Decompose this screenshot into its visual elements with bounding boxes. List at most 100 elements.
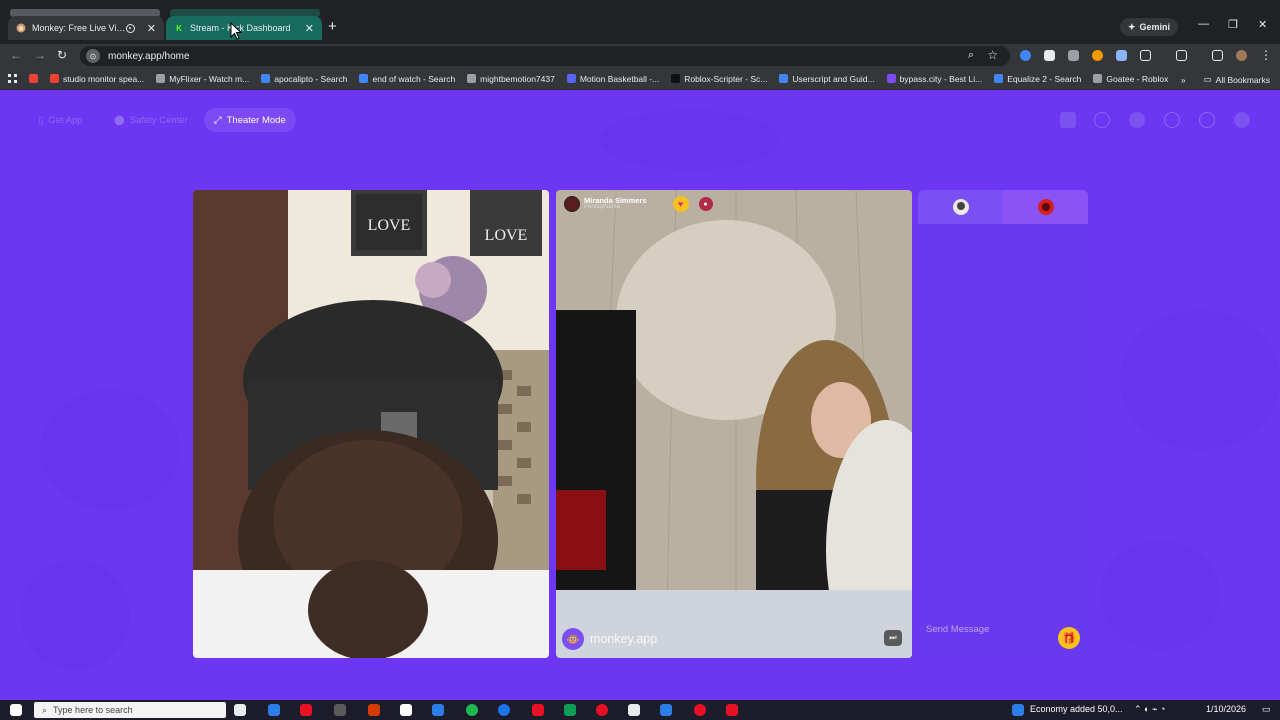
menu-kebab-icon[interactable]: ⋮	[1260, 48, 1272, 62]
app-icon[interactable]	[660, 704, 672, 716]
history-icon[interactable]	[1164, 112, 1180, 128]
bookmark-item[interactable]: mightbemotion7437	[467, 74, 555, 84]
theater-mode-button[interactable]: ⤢ Theater Mode	[204, 108, 296, 132]
tray-icons[interactable]: ⌃ ◐ ⌁ ◔	[1134, 704, 1165, 715]
chrome-icon[interactable]	[564, 704, 576, 716]
bookmark-item[interactable]: Motion Basketball -...	[566, 74, 659, 84]
address-bar[interactable]: ⊙ monkey.app/home ⌕ ☆	[80, 46, 1010, 66]
bookmark-item[interactable]: MyFlixer - Watch m...	[156, 74, 249, 84]
app-icon[interactable]	[334, 704, 346, 716]
search-icon: ⌕	[42, 704, 48, 715]
phone-icon: ▯	[38, 114, 44, 126]
monkey-app-page: ▯ Get App ⬤ Safety Center ⤢ Theater Mode…	[0, 90, 1280, 700]
bookmarks-bar: studio monitor spea... MyFlixer - Watch m…	[0, 68, 1280, 90]
back-icon[interactable]: ←	[10, 48, 22, 62]
bookmark-label: bypass.city - Best Li...	[899, 73, 983, 84]
news-widget-text[interactable]: Economy added 50,0...	[1030, 704, 1123, 714]
store-icon[interactable]	[1060, 112, 1076, 128]
new-tab-button[interactable]: +	[328, 18, 337, 35]
app-icon[interactable]	[694, 704, 706, 716]
bookmark-label: MyFlixer - Watch m...	[169, 73, 250, 84]
forward-icon[interactable]: →	[34, 48, 46, 62]
gemini-label: Gemini	[1139, 22, 1171, 32]
windows-start-icon[interactable]	[10, 704, 22, 716]
app-icon[interactable]	[432, 704, 444, 716]
minimize-window-icon[interactable]: —	[1198, 18, 1209, 30]
close-tab-icon[interactable]: ✕	[305, 22, 314, 35]
extension-orange-icon[interactable]	[1092, 50, 1103, 61]
bookmark-favicon-icon	[566, 74, 576, 83]
app-icon[interactable]	[400, 704, 412, 716]
site-info-icon[interactable]: ⊙	[86, 49, 100, 63]
skip-next-icon[interactable]: ⏭	[884, 630, 902, 646]
clock-date[interactable]: 1/10/2026	[1206, 704, 1246, 714]
remote-user-avatar	[564, 196, 580, 212]
monkey-watermark: 🐵 monkey.app	[562, 628, 657, 650]
bookmark-item[interactable]: Goatee - Roblox	[1093, 74, 1168, 84]
remote-user-location: Pennsylvania	[584, 204, 620, 211]
bookmark-item[interactable]: studio monitor spea...	[50, 74, 144, 84]
bookmark-item[interactable]: end of watch - Search	[359, 74, 455, 84]
extension-audio-icon[interactable]	[1116, 50, 1127, 61]
remote-user-name: Miranda Simmers	[584, 195, 647, 205]
remote-user-badge[interactable]: Miranda Simmers Pennsylvania ♥ ●	[564, 196, 713, 212]
apps-grid-icon[interactable]	[8, 74, 17, 83]
all-bookmarks[interactable]: » ▭ All Bookmarks	[1181, 74, 1270, 85]
bookmark-favicon-icon	[467, 74, 477, 83]
bookmark-item[interactable]: Roblox-Scripter - Sc...	[671, 74, 767, 84]
tab-search-icon[interactable]	[1212, 50, 1223, 61]
theater-mode-label: Theater Mode	[226, 114, 286, 126]
tab-monkey[interactable]: Monkey: Free Live Video Ch ✕	[8, 16, 164, 40]
bookmark-item[interactable]: Userscript and Guid...	[779, 74, 875, 84]
safety-center-button[interactable]: ⬤ Safety Center	[104, 108, 198, 132]
extension-white-icon[interactable]	[1044, 50, 1055, 61]
extension-blue-icon[interactable]	[1020, 50, 1031, 61]
all-bookmarks-label: All Bookmarks	[1215, 74, 1270, 85]
bookmark-item[interactable]: Equalize 2 - Search	[994, 74, 1081, 84]
app-icon[interactable]	[368, 704, 380, 716]
news-widget-icon[interactable]	[1012, 704, 1024, 716]
search-icon[interactable]	[1094, 112, 1110, 128]
task-view-icon[interactable]	[234, 704, 246, 716]
tab-kick-dashboard[interactable]: K Stream - Kick Dashboard ✕	[166, 16, 322, 40]
close-tab-icon[interactable]: ✕	[147, 22, 156, 35]
maximize-window-icon[interactable]: ❐	[1228, 18, 1238, 31]
zoom-icon[interactable]: ⌕	[968, 49, 974, 62]
spotify-icon[interactable]	[466, 704, 478, 716]
extensions-puzzle-icon[interactable]	[1140, 50, 1151, 61]
taskbar-search[interactable]: ⌕ Type here to search	[34, 702, 226, 718]
chat-icon[interactable]	[1199, 112, 1215, 128]
gemini-button[interactable]: ✦ Gemini	[1120, 18, 1179, 36]
close-window-icon[interactable]: ✕	[1258, 18, 1267, 31]
bookmark-label: studio monitor spea...	[63, 73, 145, 84]
remote-camera-feed	[556, 190, 912, 658]
kick-favicon-icon: K	[176, 23, 182, 33]
app-icon[interactable]	[628, 704, 640, 716]
bookmark-star-icon[interactable]: ☆	[987, 48, 998, 62]
notifications-icon[interactable]: ▭	[1262, 704, 1271, 715]
app-icon[interactable]	[268, 704, 280, 716]
app-icon[interactable]	[498, 704, 510, 716]
bookmark-label: apocalipto - Search	[274, 73, 348, 84]
send-message-input[interactable]: Send Message	[926, 624, 989, 635]
gemini-sparkle-icon: ✦	[1128, 21, 1136, 32]
tab-title: Monkey: Free Live Video Ch	[32, 23, 126, 33]
app-icon[interactable]	[596, 704, 608, 716]
app-icon[interactable]	[532, 704, 544, 716]
reload-icon[interactable]: ↻	[57, 48, 67, 62]
gift-icon[interactable]: 🎁	[1058, 627, 1080, 649]
app-icon[interactable]	[300, 704, 312, 716]
app-icon[interactable]	[726, 704, 738, 716]
side-panel-icon[interactable]	[1176, 50, 1187, 61]
extension-grey-icon[interactable]	[1068, 50, 1079, 61]
bookmark-item[interactable]: bypass.city - Best Li...	[886, 73, 983, 84]
gift-bear-icon[interactable]: ●	[698, 197, 713, 211]
heart-icon[interactable]: ♥	[672, 196, 689, 212]
youtube-bookmark-icon[interactable]	[29, 74, 38, 83]
user-avatar-icon[interactable]	[1234, 112, 1250, 128]
bookmark-item[interactable]: apocalipto - Search	[261, 74, 347, 84]
get-app-button[interactable]: ▯ Get App	[28, 108, 93, 132]
profile-avatar-icon[interactable]	[1236, 50, 1247, 61]
coin-icon[interactable]	[1129, 112, 1145, 128]
safety-center-label: Safety Center	[129, 114, 188, 126]
